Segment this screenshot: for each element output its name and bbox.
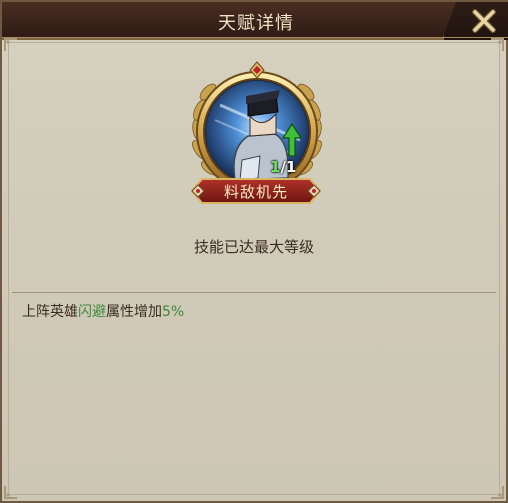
talent-level: 1/1 <box>270 158 310 176</box>
corner-ornament <box>4 485 18 499</box>
desc-text-2: 属性增加 <box>106 304 162 320</box>
talent-name: 料敌机先 <box>223 183 288 201</box>
dialog-title: 天赋详情 <box>218 13 294 34</box>
talent-detail-dialog: 天赋详情 1/1 料敌机先 技能已达最大等级 上阵英雄闪避属性增加5% <box>0 0 508 503</box>
close-button[interactable] <box>468 5 500 37</box>
corner-ornament <box>4 38 18 52</box>
close-x-icon <box>472 9 496 33</box>
desc-highlight-attribute: 闪避 <box>78 304 106 320</box>
max-level-status: 技能已达最大等级 <box>193 238 314 256</box>
talent-name-banner: 料敌机先 <box>188 176 324 206</box>
desc-text-1: 上阵英雄 <box>22 304 78 320</box>
title-bar: 天赋详情 <box>2 2 508 40</box>
desc-value: 5% <box>162 304 185 320</box>
section-divider <box>12 292 496 293</box>
level-max: 1 <box>285 158 297 176</box>
corner-ornament <box>490 485 504 499</box>
talent-description: 上阵英雄闪避属性增加5% <box>22 301 184 321</box>
corner-ornament <box>490 38 504 52</box>
level-current: 1 <box>270 158 281 176</box>
